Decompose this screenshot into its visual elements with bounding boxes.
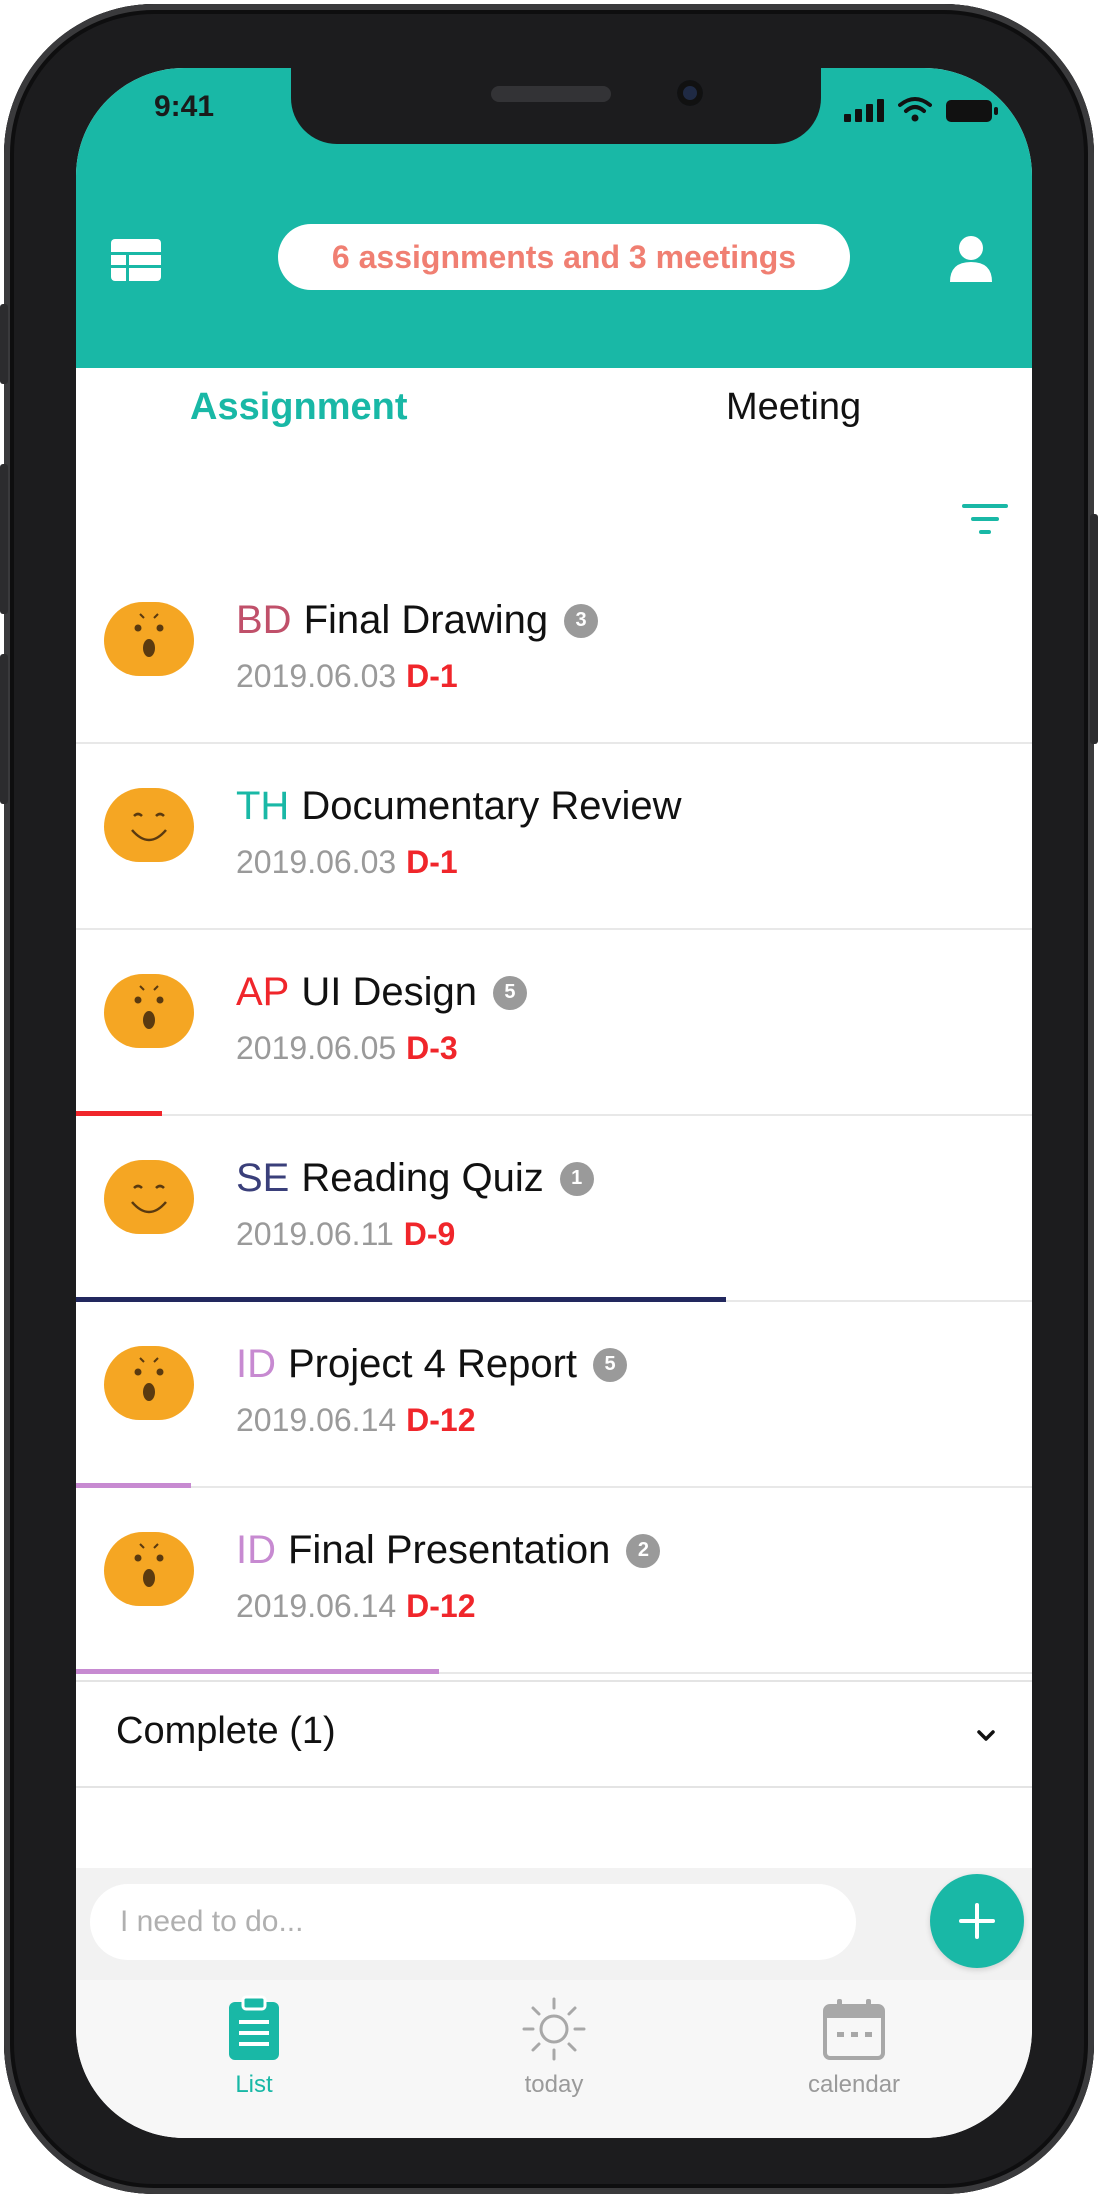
due-date: 2019.06.14: [236, 1402, 397, 1438]
tab-meeting[interactable]: Meeting: [726, 386, 861, 429]
nav-calendar[interactable]: calendar: [784, 1994, 924, 2099]
count-badge: 1: [559, 1161, 594, 1196]
d-day: D-1: [406, 844, 458, 880]
volume-down-button: [0, 654, 8, 804]
sun-icon: [522, 1997, 586, 2061]
due-date: 2019.06.05: [236, 1030, 397, 1066]
due-date: 2019.06.03: [236, 658, 397, 694]
assignment-title: Final Presentation: [288, 1528, 611, 1572]
emoji-face-icon: [104, 788, 194, 862]
course-code: AP: [236, 970, 290, 1014]
filter-icon[interactable]: [960, 500, 1010, 540]
nav-today[interactable]: today: [484, 1994, 624, 2099]
complete-label: Complete (1): [116, 1710, 336, 1752]
assignment-list: BD Final Drawing 3 2019.06.03 D-1 TH Docu…: [76, 558, 1032, 1674]
status-time: 9:41: [154, 90, 215, 123]
assignment-title: Reading Quiz: [301, 1156, 544, 1200]
assignment-title-line: ID Project 4 Report 5: [236, 1342, 628, 1387]
assignment-meta: 2019.06.14 D-12: [236, 1402, 476, 1439]
tab-assignment[interactable]: Assignment: [190, 386, 407, 429]
count-badge: 2: [626, 1533, 661, 1568]
assignment-title-line: ID Final Presentation 2: [236, 1528, 661, 1573]
mute-switch: [0, 304, 8, 384]
speaker: [491, 86, 611, 102]
tab-bar: Assignment Meeting: [76, 368, 1032, 458]
assignment-title: Final Drawing: [303, 598, 549, 642]
course-code: SE: [236, 1156, 290, 1200]
volume-up-button: [0, 464, 8, 614]
complete-section-toggle[interactable]: Complete (1): [76, 1680, 1032, 1788]
nav-calendar-label: calendar: [807, 2071, 901, 2098]
quick-add-bar: [76, 1868, 1032, 1988]
sidebar-menu-icon[interactable]: [110, 238, 162, 282]
list-item[interactable]: SE Reading Quiz 1 2019.06.11 D-9: [76, 1116, 1032, 1302]
front-camera: [677, 80, 703, 106]
due-date: 2019.06.03: [236, 844, 397, 880]
screen: 9:41 6 assignments and 3 meetings Assign…: [76, 68, 1032, 2138]
due-date: 2019.06.14: [236, 1588, 397, 1624]
user-icon[interactable]: [948, 234, 994, 284]
assignment-title: UI Design: [301, 970, 477, 1014]
count-badge: 5: [492, 975, 527, 1010]
list-item[interactable]: ID Final Presentation 2 2019.06.14 D-12: [76, 1488, 1032, 1674]
list-item[interactable]: TH Documentary Review 2019.06.03 D-1: [76, 744, 1032, 930]
assignment-title-line: AP UI Design 5: [236, 970, 527, 1015]
d-day: D-12: [406, 1402, 476, 1438]
assignment-meta: 2019.06.14 D-12: [236, 1588, 476, 1625]
progress-bar: [76, 1669, 440, 1674]
assignment-title-line: BD Final Drawing 3: [236, 598, 599, 643]
wifi-icon: [898, 97, 932, 122]
emoji-face-icon: [104, 1532, 194, 1606]
d-day: D-1: [406, 658, 458, 694]
d-day: D-12: [406, 1588, 476, 1624]
emoji-face-icon: [104, 1346, 194, 1420]
power-button: [1090, 514, 1098, 744]
emoji-face-icon: [104, 602, 194, 676]
assignment-title: Project 4 Report: [288, 1342, 578, 1386]
add-button[interactable]: [930, 1874, 1024, 1968]
nav-list[interactable]: List: [184, 1994, 324, 2099]
count-badge: 5: [593, 1347, 628, 1382]
count-badge: 3: [564, 603, 599, 638]
battery-icon: [946, 100, 998, 122]
course-code: BD: [236, 598, 292, 642]
assignment-title-line: SE Reading Quiz 1: [236, 1156, 594, 1201]
due-date: 2019.06.11: [236, 1216, 394, 1252]
emoji-face-icon: [104, 974, 194, 1048]
course-code: TH: [236, 784, 290, 828]
nav-list-label: List: [235, 2071, 273, 2098]
list-item[interactable]: BD Final Drawing 3 2019.06.03 D-1: [76, 558, 1032, 744]
list-item[interactable]: AP UI Design 5 2019.06.05 D-3: [76, 930, 1032, 1116]
assignment-meta: 2019.06.05 D-3: [236, 1030, 458, 1067]
status-icons: [844, 96, 998, 122]
assignment-title-line: TH Documentary Review: [236, 784, 681, 829]
course-code: ID: [236, 1342, 276, 1386]
assignment-meta: 2019.06.11 D-9: [236, 1216, 455, 1253]
d-day: D-9: [403, 1216, 456, 1252]
emoji-face-icon: [104, 1160, 194, 1234]
plus-icon: [959, 1903, 995, 1939]
todo-input[interactable]: [90, 1884, 856, 1960]
course-code: ID: [236, 1528, 276, 1572]
calendar-icon: [823, 1999, 885, 2060]
phone-frame: 9:41 6 assignments and 3 meetings Assign…: [0, 4, 1098, 2194]
assignment-meta: 2019.06.03 D-1: [236, 658, 458, 695]
assignment-title: Documentary Review: [301, 784, 682, 828]
chevron-down-icon: [977, 1730, 995, 1741]
bottom-nav: List today calendar: [76, 1980, 1032, 2138]
clipboard-icon: [229, 1995, 279, 2060]
summary-pill[interactable]: 6 assignments and 3 meetings: [278, 224, 850, 290]
signal-icon: [844, 99, 884, 122]
notch: [291, 68, 821, 144]
d-day: D-3: [406, 1030, 458, 1066]
list-item[interactable]: ID Project 4 Report 5 2019.06.14 D-12: [76, 1302, 1032, 1488]
assignment-meta: 2019.06.03 D-1: [236, 844, 458, 881]
nav-today-label: today: [524, 2071, 584, 2098]
